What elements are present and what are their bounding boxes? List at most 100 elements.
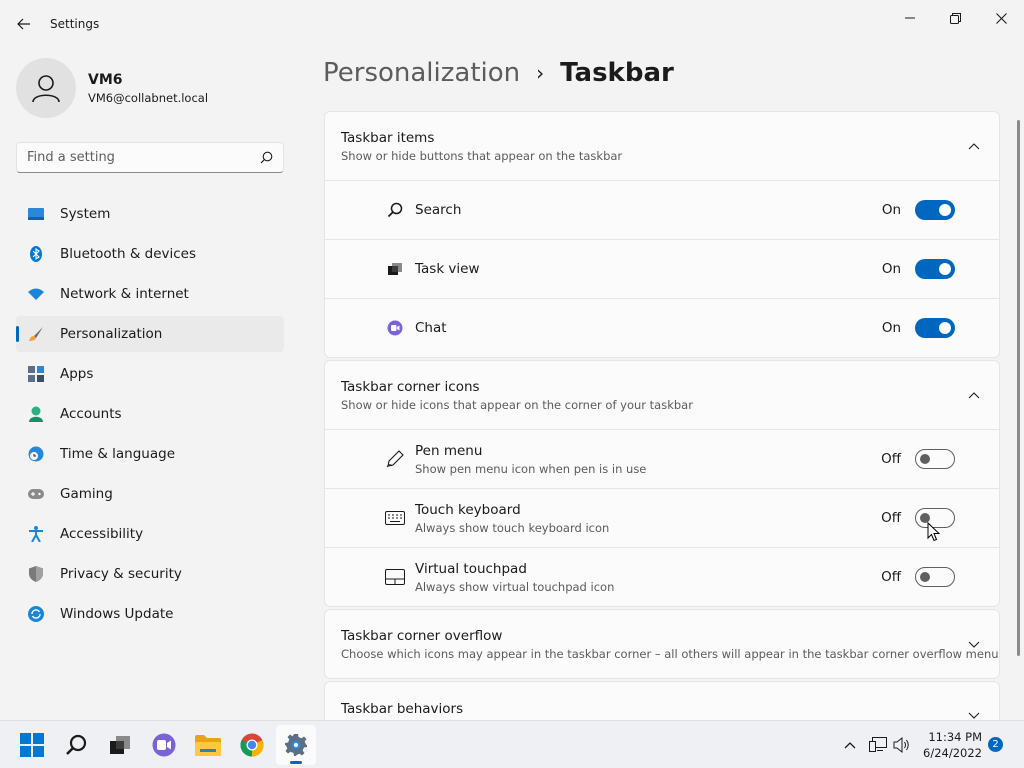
search-row: Search On	[325, 180, 999, 239]
pen-icon	[385, 449, 405, 469]
sidebar-item-windows-update[interactable]: Windows Update	[16, 596, 284, 632]
chrome-button[interactable]	[232, 725, 272, 765]
search-box[interactable]	[16, 142, 284, 173]
clock-date: 6/24/2022	[923, 746, 982, 760]
minimize-icon	[905, 17, 915, 19]
gamepad-icon	[28, 486, 44, 502]
scrollbar[interactable]	[1017, 120, 1020, 656]
virtual-touchpad-row: Virtual touchpad Always show virtual tou…	[325, 547, 999, 606]
sidebar-item-label: Bluetooth & devices	[60, 246, 197, 262]
group-title: Taskbar corner overflow	[341, 627, 503, 644]
sidebar-item-label: Network & internet	[60, 286, 189, 302]
row-subtitle: Always show virtual touchpad icon	[415, 579, 615, 594]
chevron-up-icon	[967, 139, 981, 153]
settings-button[interactable]	[276, 725, 316, 765]
sidebar-item-label: Gaming	[60, 486, 113, 502]
sidebar-item-bluetooth[interactable]: Bluetooth & devices	[16, 236, 284, 272]
sidebar-item-apps[interactable]: Apps	[16, 356, 284, 392]
toggle-state-label: Off	[881, 510, 901, 526]
taskbar-search-button[interactable]	[56, 725, 96, 765]
row-title: Task view	[415, 261, 480, 277]
sidebar-item-label: Accounts	[60, 406, 122, 422]
close-icon	[995, 12, 1007, 24]
sidebar-item-accounts[interactable]: Accounts	[16, 396, 284, 432]
breadcrumb-separator: ›	[536, 61, 545, 85]
chrome-icon	[240, 733, 264, 757]
taskbar-items-group: Taskbar items Show or hide buttons that …	[324, 111, 1000, 358]
mouse-cursor-icon	[927, 522, 941, 542]
app-title: Settings	[50, 17, 100, 31]
chevron-down-icon	[967, 637, 981, 651]
pen-menu-row: Pen menu Show pen menu icon when pen is …	[325, 429, 999, 488]
search-input[interactable]	[27, 150, 260, 165]
taskbar-items-header[interactable]: Taskbar items Show or hide buttons that …	[325, 112, 999, 180]
user-profile[interactable]: VM6 VM6@collabnet.local	[16, 58, 208, 118]
user-name: VM6	[88, 71, 123, 88]
virtual-touchpad-toggle[interactable]	[915, 567, 955, 587]
start-button[interactable]	[12, 725, 52, 765]
breadcrumb-parent[interactable]: Personalization	[323, 58, 520, 88]
file-explorer-button[interactable]	[188, 725, 228, 765]
page-title: Taskbar	[560, 58, 674, 88]
breadcrumb: Personalization › Taskbar	[323, 58, 674, 88]
notification-badge[interactable]: 2	[988, 737, 1003, 752]
sidebar-item-privacy[interactable]: Privacy & security	[16, 556, 284, 592]
row-title: Chat	[415, 320, 447, 336]
taskbar-behaviors-header[interactable]: Taskbar behaviors	[325, 682, 999, 721]
sidebar-item-personalization[interactable]: Personalization	[16, 316, 284, 352]
group-title: Taskbar behaviors	[341, 701, 464, 717]
search-toggle[interactable]	[915, 200, 955, 220]
user-email: VM6@collabnet.local	[88, 90, 209, 105]
monitor-icon	[28, 206, 44, 222]
speaker-icon	[893, 737, 909, 753]
sidebar-item-gaming[interactable]: Gaming	[16, 476, 284, 512]
touch-keyboard-row: Touch keyboard Always show touch keyboar…	[325, 488, 999, 547]
avatar	[16, 58, 76, 118]
group-subtitle: Show or hide icons that appear on the co…	[341, 397, 693, 412]
update-icon	[28, 606, 44, 622]
taskbar-clock[interactable]: 11:34 PM 6/24/2022	[918, 729, 982, 761]
sidebar-item-system[interactable]: System	[16, 196, 284, 232]
chat-button[interactable]	[144, 725, 184, 765]
chat-row: Chat On	[325, 298, 999, 357]
task-view-button[interactable]	[100, 725, 140, 765]
group-subtitle: Show or hide buttons that appear on the …	[341, 148, 623, 163]
arrow-left-icon	[17, 18, 30, 30]
taskbar-corner-icons-group: Taskbar corner icons Show or hide icons …	[324, 360, 1000, 607]
task-view-icon	[110, 736, 130, 754]
network-tray-button[interactable]	[868, 735, 888, 755]
sidebar-item-accessibility[interactable]: Accessibility	[16, 516, 284, 552]
search-icon	[260, 151, 273, 164]
sidebar-item-network[interactable]: Network & internet	[16, 276, 284, 312]
group-subtitle: Choose which icons may appear in the tas…	[341, 646, 999, 661]
restore-icon	[949, 12, 961, 24]
taskbar-corner-icons-header[interactable]: Taskbar corner icons Show or hide icons …	[325, 361, 999, 429]
sidebar-item-label: Windows Update	[60, 606, 174, 622]
show-hidden-icons-button[interactable]	[840, 735, 860, 755]
taskbar-behaviors-group[interactable]: Taskbar behaviors	[324, 681, 1000, 721]
back-button[interactable]	[12, 12, 36, 36]
task-view-toggle[interactable]	[915, 259, 955, 279]
row-title: Touch keyboard	[415, 501, 521, 518]
sidebar-item-label: System	[60, 206, 111, 222]
maximize-button[interactable]	[932, 6, 978, 30]
taskbar-corner-overflow-header[interactable]: Taskbar corner overflow Choose which ico…	[325, 610, 999, 678]
volume-tray-button[interactable]	[892, 735, 912, 755]
row-subtitle: Always show touch keyboard icon	[415, 520, 610, 535]
sidebar-item-label: Time & language	[60, 446, 176, 462]
accessibility-icon	[28, 526, 44, 542]
folder-icon	[195, 735, 221, 756]
row-subtitle: Show pen menu icon when pen is in use	[415, 461, 647, 476]
chat-toggle[interactable]	[915, 318, 955, 338]
chevron-up-icon	[844, 741, 856, 748]
search-icon	[385, 200, 405, 220]
close-button[interactable]	[978, 6, 1024, 30]
sidebar-item-time-language[interactable]: Time & language	[16, 436, 284, 472]
taskbar-corner-overflow-group[interactable]: Taskbar corner overflow Choose which ico…	[324, 609, 1000, 679]
globe-clock-icon	[28, 446, 44, 462]
pen-menu-toggle[interactable]	[915, 449, 955, 469]
clock-time: 11:34 PM	[928, 730, 982, 744]
sidebar-item-label: Privacy & security	[60, 566, 182, 582]
shield-icon	[28, 566, 44, 582]
minimize-button[interactable]	[887, 6, 933, 30]
